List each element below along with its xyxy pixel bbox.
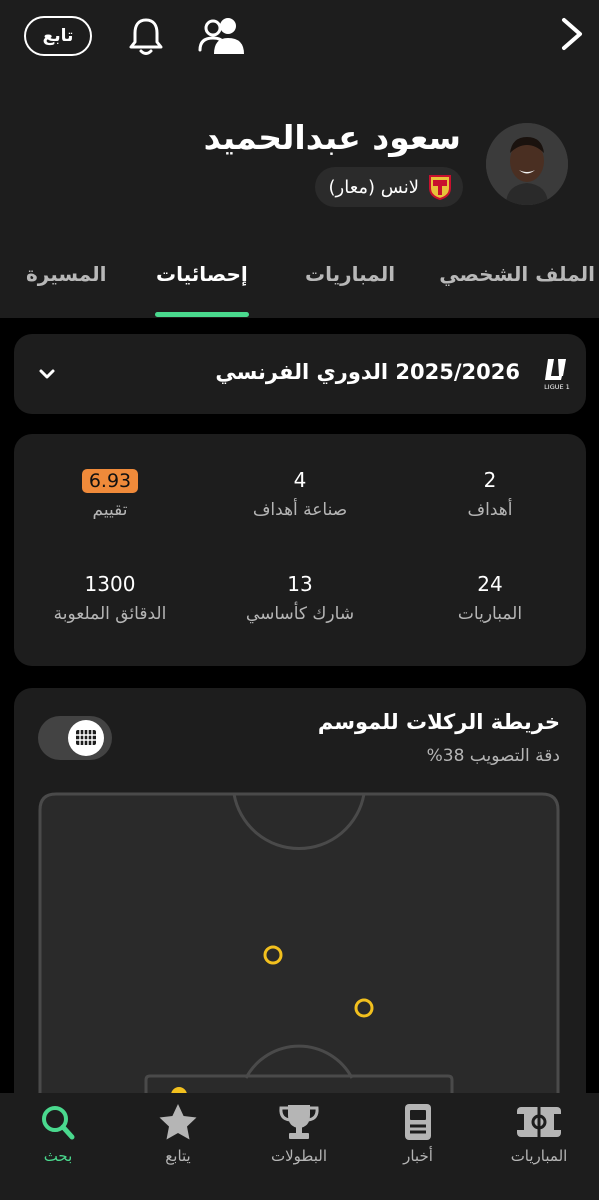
nav-label: أخبار <box>403 1147 433 1165</box>
tab-career[interactable]: المسيرة <box>26 262 107 286</box>
stat-label: الدقائق الملعوبة <box>53 604 167 624</box>
follow-people-icon[interactable] <box>196 14 248 58</box>
active-tab-indicator <box>155 312 249 317</box>
nav-leagues[interactable]: البطولات <box>249 1103 349 1165</box>
season-stats-card: 2 أهداف 4 صناعة أهداف 6.93 تقييم 24 المب… <box>14 434 586 666</box>
nav-label: البطولات <box>271 1147 327 1165</box>
stat-matches: 24 المباريات <box>400 572 580 624</box>
club-badge-icon <box>429 175 451 200</box>
nav-matches[interactable]: المباريات <box>489 1103 589 1165</box>
nav-news[interactable]: أخبار <box>368 1103 468 1165</box>
shot-map-pitch <box>38 792 560 1138</box>
search-icon <box>42 1106 75 1140</box>
stat-value: 4 <box>293 468 307 492</box>
toggle-knob <box>68 720 104 756</box>
nav-search[interactable]: بحث <box>8 1103 108 1165</box>
nav-label: يتابع <box>165 1147 191 1165</box>
goal-net-icon <box>76 730 96 745</box>
chevron-right-icon[interactable] <box>556 12 588 56</box>
tab-profile[interactable]: الملف الشخصي <box>439 262 595 286</box>
shot-map-card: خريطة الركلات للموسم دقة التصويب 38% <box>14 688 586 1138</box>
stat-label: صناعة أهداف <box>252 500 348 520</box>
stat-value: 24 <box>477 572 503 596</box>
tab-stats[interactable]: إحصائيات <box>156 262 248 286</box>
follow-button[interactable]: تابع <box>24 16 92 56</box>
star-icon <box>159 1104 197 1140</box>
nav-label: المباريات <box>510 1147 568 1165</box>
pitch-outline <box>38 792 560 1138</box>
nav-following[interactable]: يتابع <box>128 1103 228 1165</box>
stat-goals: 2 أهداف <box>400 468 580 520</box>
stat-minutes: 1300 الدقائق الملعوبة <box>20 572 200 624</box>
stat-label: شارك كأساسي <box>245 604 355 624</box>
news-icon <box>405 1104 431 1140</box>
profile-tabs: الملف الشخصي المباريات إحصائيات المسيرة <box>0 250 599 318</box>
tab-matches[interactable]: المباريات <box>305 262 395 286</box>
stat-label: تقييم <box>92 500 128 520</box>
profile-header: تابع سعود عبدالحميد لانس (معار) الملف ال… <box>0 0 599 318</box>
stat-rating: 6.93 تقييم <box>20 468 200 520</box>
player-photo <box>486 123 568 205</box>
stat-value: 13 <box>287 572 313 596</box>
nav-label: بحث <box>43 1147 73 1165</box>
stat-assists: 4 صناعة أهداف <box>210 468 390 520</box>
club-name: لانس (معار) <box>328 176 420 198</box>
ligue1-logo-icon: LIGUE 1 <box>544 359 570 391</box>
pitch-icon <box>517 1107 561 1137</box>
stat-value: 1300 <box>84 572 136 596</box>
rating-badge: 6.93 <box>81 469 139 493</box>
chevron-down-icon[interactable] <box>38 366 56 382</box>
shot-map-title: خريطة الركلات للموسم <box>317 710 560 734</box>
bottom-navigation: المباريات أخبار البطولات يتابع بحث <box>0 1093 599 1200</box>
stat-starts: 13 شارك كأساسي <box>210 572 390 624</box>
league-logo-text: LIGUE 1 <box>544 383 570 391</box>
stat-value: 2 <box>483 468 497 492</box>
shot-accuracy: دقة التصويب 38% <box>426 746 560 766</box>
player-name: سعود عبدالحميد <box>203 118 461 157</box>
stat-label: المباريات <box>457 604 523 624</box>
season-label: 2025/2026 الدوري الفرنسي <box>215 360 520 384</box>
trophy-icon <box>279 1105 319 1139</box>
club-chip[interactable]: لانس (معار) <box>314 167 463 207</box>
stat-label: أهداف <box>467 500 513 520</box>
player-avatar <box>486 123 568 205</box>
shot-map-view-toggle[interactable] <box>38 716 112 760</box>
bell-icon[interactable] <box>124 14 168 58</box>
season-selector[interactable]: LIGUE 1 2025/2026 الدوري الفرنسي <box>14 334 586 414</box>
